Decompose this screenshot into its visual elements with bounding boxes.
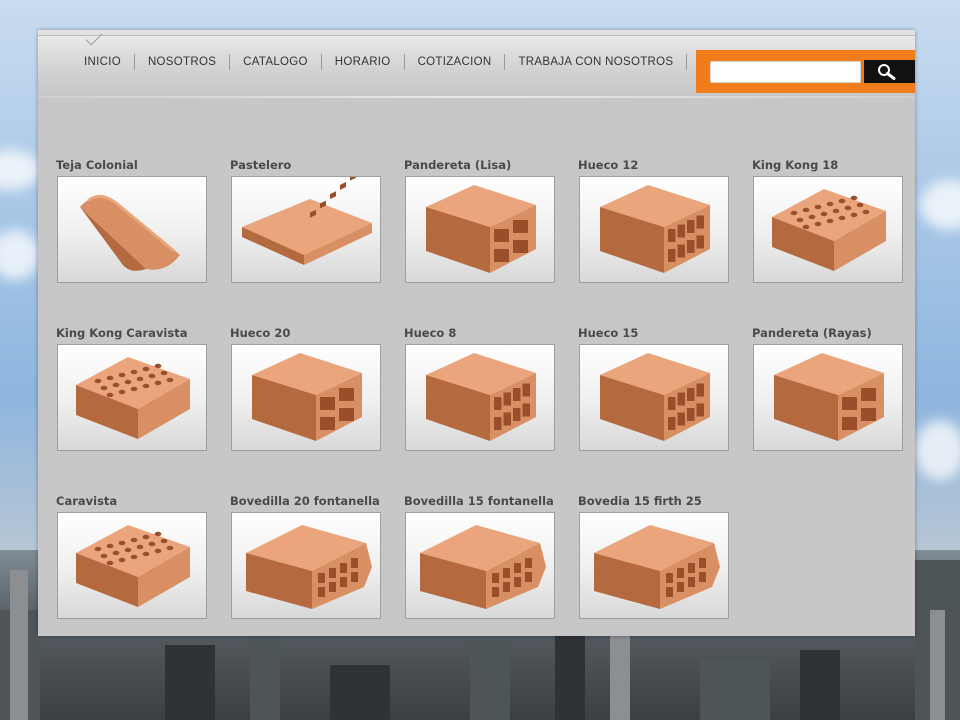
- product-title[interactable]: Caravista: [56, 494, 208, 510]
- catalog-page: INICIO NOSOTROS CATALOGO HORARIO COTIZAC…: [38, 28, 915, 636]
- product-card[interactable]: Pastelero: [230, 158, 382, 285]
- search-button[interactable]: [864, 60, 915, 83]
- tile-icon: [80, 195, 180, 271]
- vault-block-icon: [594, 525, 720, 609]
- product-card[interactable]: Bovedia 15 firth 25: [578, 494, 730, 621]
- product-title[interactable]: Bovedilla 15 fontanella: [404, 494, 556, 510]
- hollow-brick-icon: [774, 353, 884, 441]
- nav-item-cotizacion[interactable]: COTIZACION: [405, 54, 506, 70]
- vault-block-icon: [420, 525, 546, 609]
- product-image[interactable]: [753, 344, 903, 451]
- product-title[interactable]: Bovedia 15 firth 25: [578, 494, 730, 510]
- product-title[interactable]: King Kong 18: [752, 158, 904, 174]
- product-title[interactable]: Hueco 20: [230, 326, 382, 342]
- nav-item-horario[interactable]: HORARIO: [322, 54, 405, 70]
- product-card[interactable]: Hueco 20: [230, 326, 382, 453]
- product-image[interactable]: [579, 512, 729, 619]
- product-card[interactable]: King Kong Caravista: [56, 326, 208, 453]
- product-title[interactable]: Hueco 12: [578, 158, 730, 174]
- main-nav: INICIO NOSOTROS CATALOGO HORARIO COTIZAC…: [72, 52, 688, 72]
- product-image[interactable]: [57, 176, 207, 283]
- product-card[interactable]: Caravista: [56, 494, 208, 621]
- search-input[interactable]: [710, 61, 861, 83]
- product-card[interactable]: Pandereta (Rayas): [752, 326, 904, 453]
- product-card[interactable]: Hueco 8: [404, 326, 556, 453]
- hollow-block-icon: [600, 353, 710, 441]
- product-title[interactable]: Pandereta (Rayas): [752, 326, 904, 342]
- nav-item-catalogo[interactable]: CATALOGO: [230, 54, 322, 70]
- product-card[interactable]: Bovedilla 15 fontanella: [404, 494, 556, 621]
- nav-item-inicio[interactable]: INICIO: [72, 54, 135, 70]
- product-image[interactable]: [57, 512, 207, 619]
- flat-brick-icon: [242, 177, 372, 265]
- product-image[interactable]: [579, 176, 729, 283]
- product-title[interactable]: Teja Colonial: [56, 158, 208, 174]
- top-strip: [38, 30, 915, 36]
- product-title[interactable]: Bovedilla 20 fontanella: [230, 494, 382, 510]
- nav-item-nosotros[interactable]: NOSOTROS: [135, 54, 231, 70]
- hollow-block-icon: [252, 353, 362, 441]
- header-divider: [38, 96, 915, 98]
- hollow-brick-icon: [426, 185, 536, 273]
- product-title[interactable]: Hueco 8: [404, 326, 556, 342]
- product-card[interactable]: Teja Colonial: [56, 158, 208, 285]
- product-title[interactable]: King Kong Caravista: [56, 326, 208, 342]
- header-bar: INICIO NOSOTROS CATALOGO HORARIO COTIZAC…: [38, 28, 915, 96]
- hollow-block-icon: [600, 185, 710, 273]
- product-title[interactable]: Pastelero: [230, 158, 382, 174]
- product-title[interactable]: Hueco 15: [578, 326, 730, 342]
- hollow-block-icon: [426, 353, 536, 441]
- product-image[interactable]: [405, 344, 555, 451]
- product-image[interactable]: [753, 176, 903, 283]
- product-card[interactable]: Hueco 15: [578, 326, 730, 453]
- perforated-brick-icon: [76, 357, 190, 439]
- product-card[interactable]: Hueco 12: [578, 158, 730, 285]
- search-box: [696, 50, 915, 93]
- product-image[interactable]: [57, 344, 207, 451]
- product-card[interactable]: King Kong 18: [752, 158, 904, 285]
- nav-item-trabaja-con-nosotros[interactable]: TRABAJA CON NOSOTROS: [505, 54, 688, 70]
- product-card[interactable]: Bovedilla 20 fontanella: [230, 494, 382, 621]
- product-image[interactable]: [231, 344, 381, 451]
- product-image[interactable]: [405, 512, 555, 619]
- perforated-brick-icon: [772, 189, 886, 271]
- product-image[interactable]: [405, 176, 555, 283]
- product-image[interactable]: [231, 176, 381, 283]
- product-image[interactable]: [231, 512, 381, 619]
- product-title[interactable]: Pandereta (Lisa): [404, 158, 556, 174]
- search-icon: [878, 64, 896, 80]
- perforated-brick-icon: [76, 525, 190, 607]
- vault-block-icon: [246, 525, 372, 609]
- product-card[interactable]: Pandereta (Lisa): [404, 158, 556, 285]
- product-image[interactable]: [579, 344, 729, 451]
